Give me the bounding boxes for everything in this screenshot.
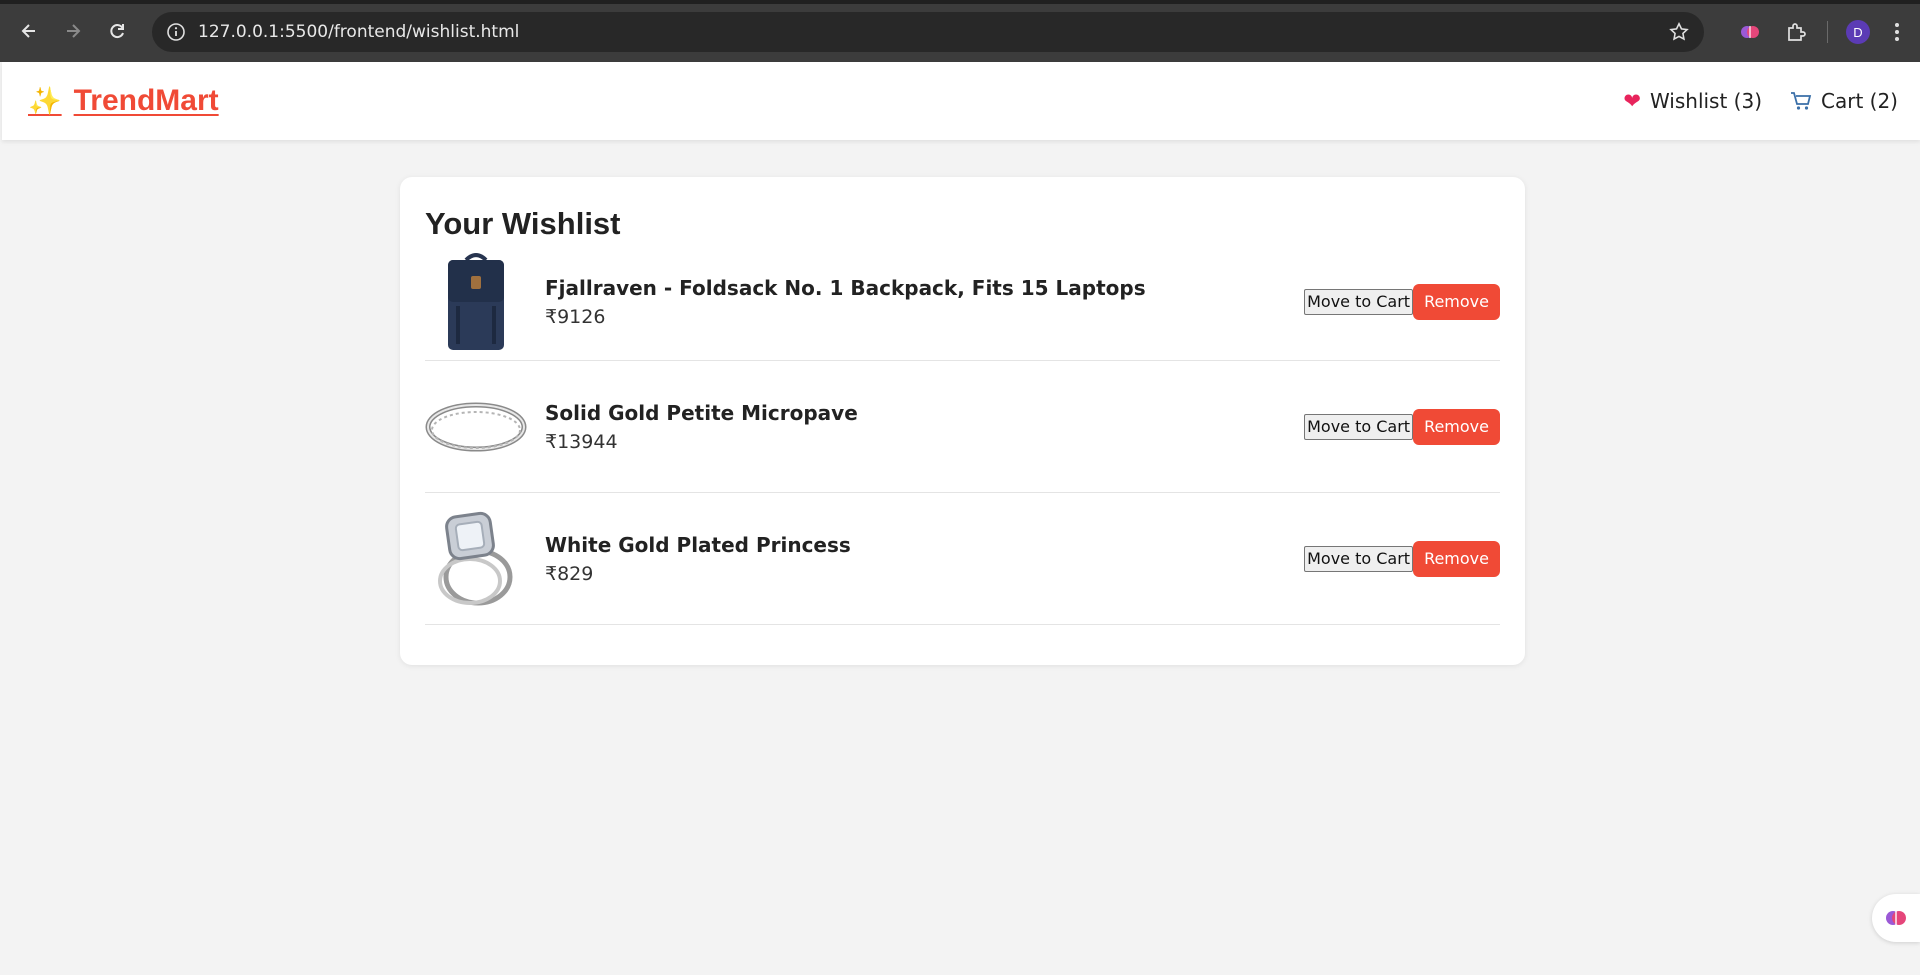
site-info-icon[interactable]: [166, 22, 186, 42]
tab-strip: [0, 0, 1920, 4]
more-menu-icon[interactable]: [1884, 22, 1910, 42]
item-actions: Move to Cart Remove: [1304, 540, 1500, 577]
item-name: White Gold Plated Princess: [545, 532, 851, 557]
cart-link-label[interactable]: Cart (2): [1821, 89, 1898, 113]
url-text[interactable]: 127.0.0.1:5500/frontend/wishlist.html: [198, 22, 519, 42]
shopping-cart-icon: [1790, 91, 1812, 111]
remove-button[interactable]: Remove: [1413, 540, 1500, 577]
wishlist-link[interactable]: ❤ Wishlist (3): [1623, 89, 1762, 113]
move-to-cart-button[interactable]: Move to Cart: [1304, 545, 1414, 572]
toolbar-divider: [1827, 21, 1828, 43]
arrow-left-icon: [21, 24, 35, 38]
wishlist-item: White Gold Plated Princess ₹829 Move to …: [425, 493, 1500, 625]
reload-icon: [110, 24, 124, 39]
address-bar[interactable]: 127.0.0.1:5500/frontend/wishlist.html: [152, 12, 1704, 52]
browser-toolbar: 127.0.0.1:5500/frontend/wishlist.html D: [0, 0, 1920, 62]
remove-button[interactable]: Remove: [1413, 283, 1500, 320]
wishlist-item: Solid Gold Petite Micropave ₹13944 Move …: [425, 361, 1500, 493]
product-image-backpack: [425, 251, 527, 353]
product-image-princess-cut-ring-set: [425, 508, 527, 610]
item-actions: Move to Cart Remove: [1304, 408, 1500, 445]
site-header: ✨ TrendMart ❤ Wishlist (3) Cart (2): [2, 62, 1920, 140]
back-button[interactable]: [14, 16, 44, 46]
product-image-silver-band-ring: [425, 376, 527, 478]
reload-button[interactable]: [102, 16, 132, 46]
brain-extension-icon[interactable]: [1737, 19, 1763, 45]
item-info: Solid Gold Petite Micropave ₹13944: [545, 401, 858, 453]
item-actions: Move to Cart Remove: [1304, 283, 1500, 320]
item-price: ₹829: [545, 562, 594, 585]
item-price: ₹13944: [545, 430, 618, 453]
extensions-area: D: [1717, 12, 1920, 52]
wishlist-item: Fjallraven - Foldsack No. 1 Backpack, Fi…: [425, 243, 1500, 361]
item-info: White Gold Plated Princess ₹829: [545, 533, 851, 585]
assistant-float-button[interactable]: [1872, 894, 1920, 942]
wishlist-container: Your Wishlist Fjallraven - Foldsack No. …: [400, 177, 1525, 665]
item-info: Fjallraven - Foldsack No. 1 Backpack, Fi…: [545, 276, 1146, 328]
brand-name[interactable]: TrendMart: [74, 84, 219, 118]
item-price: ₹9126: [545, 305, 606, 328]
sparkles-icon: ✨: [28, 86, 62, 116]
brain-icon: [1886, 911, 1906, 925]
page-title: Your Wishlist: [425, 206, 621, 241]
cart-link[interactable]: Cart (2): [1790, 89, 1898, 113]
bookmark-star-icon[interactable]: [1668, 21, 1690, 43]
remove-button[interactable]: Remove: [1413, 408, 1500, 445]
navigation-bar: 127.0.0.1:5500/frontend/wishlist.html D: [0, 8, 1920, 54]
puzzle-extensions-icon[interactable]: [1783, 19, 1809, 45]
move-to-cart-button[interactable]: Move to Cart: [1304, 413, 1414, 440]
heart-icon: ❤: [1623, 89, 1641, 113]
move-to-cart-button[interactable]: Move to Cart: [1304, 288, 1414, 315]
item-name: Solid Gold Petite Micropave: [545, 400, 858, 425]
header-nav: ❤ Wishlist (3) Cart (2): [1595, 89, 1898, 113]
forward-button[interactable]: [58, 16, 88, 46]
arrow-right-icon: [67, 24, 81, 38]
wishlist-link-label[interactable]: Wishlist (3): [1650, 89, 1762, 113]
brand-logo-link[interactable]: ✨ TrendMart: [28, 84, 219, 118]
profile-avatar[interactable]: D: [1846, 20, 1870, 44]
item-name: Fjallraven - Foldsack No. 1 Backpack, Fi…: [545, 275, 1146, 300]
